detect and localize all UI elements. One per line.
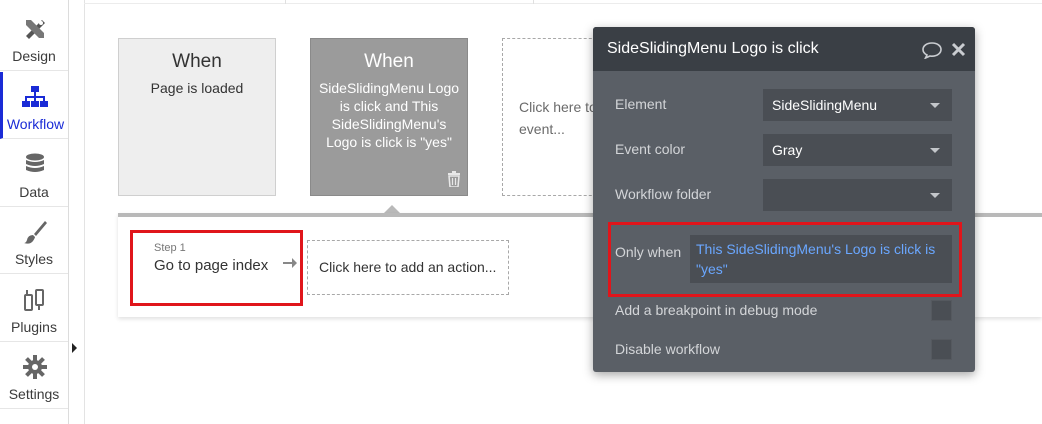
event-color-value: Gray [772,142,803,158]
sidebar-item-label: Design [12,48,56,64]
sidebar-item-plugins[interactable]: Plugins [0,275,68,342]
sidebar-item-label: Workflow [6,116,65,132]
disable-workflow-label: Disable workflow [615,341,721,357]
workflow-folder-dropdown[interactable] [763,179,952,211]
close-icon[interactable] [951,42,966,57]
event-properties-popup: SideSlidingMenu Logo is click Element Si… [593,27,975,372]
database-icon [26,153,44,172]
only-when-condition-input[interactable]: This SideSlidingMenu's Logo is click is … [690,235,952,283]
breakpoint-label: Add a breakpoint in debug mode [615,302,818,318]
design-icon [26,20,45,39]
event-color-dropdown[interactable]: Gray [763,134,952,166]
sidebar-item-settings[interactable]: Settings [0,342,68,409]
event-description: SideSlidingMenu Logo is click and This S… [318,80,460,150]
chevron-down-icon [930,148,940,153]
breakpoint-checkbox[interactable] [931,300,952,321]
sidebar-item-design[interactable]: Design [0,4,68,71]
event-card-page-loaded[interactable]: When Page is loaded [118,38,276,196]
popup-title: SideSlidingMenu Logo is click [607,40,819,57]
arrow-right-icon [283,258,297,268]
event-when-label: When [172,51,222,72]
add-event-text: Click here to add an event... [519,99,601,137]
sidebar-item-label: Styles [14,251,54,267]
popup-header: SideSlidingMenu Logo is click [593,27,975,71]
only-when-label: Only when [615,244,682,260]
step-number: Step 1 [154,242,186,254]
add-action-button[interactable]: Click here to add an action... [307,240,509,295]
sidebar-item-styles[interactable]: Styles [0,207,68,274]
sidebar-item-label: Plugins [11,319,57,335]
event-card-logo-click[interactable]: When SideSlidingMenu Logo is click and T… [310,38,468,196]
event-description: Page is loaded [150,80,244,96]
sidebar: Design Workflow Data Styles Plugins Sett… [0,0,69,424]
workflow-folder-label: Workflow folder [615,186,712,202]
element-dropdown[interactable]: SideSlidingMenu [763,89,952,121]
event-when-label: When [364,51,414,72]
step-1-card[interactable]: Step 1 Go to page index [130,230,303,306]
sidebar-item-workflow[interactable]: Workflow [0,72,68,139]
comment-icon[interactable] [922,42,942,59]
chevron-down-icon [930,103,940,108]
element-label: Element [615,96,667,112]
bubble-workflow-editor: Design Workflow Data Styles Plugins Sett… [0,0,1042,424]
sidebar-item-label: Settings [8,386,60,402]
add-event-button[interactable]: Click here to add an event... [502,38,602,196]
top-bar [84,0,1042,4]
disable-workflow-checkbox[interactable] [931,339,952,360]
divider [84,0,85,424]
trash-icon[interactable] [447,171,461,187]
gear-icon [23,355,47,379]
divider [533,0,534,4]
plug-icon [24,289,44,311]
event-color-label: Event color [615,141,686,157]
step-label: Go to page index [154,257,269,274]
brush-icon [24,221,47,244]
sidebar-collapse-arrow-icon[interactable] [72,343,77,353]
element-value: SideSlidingMenu [772,97,878,113]
workflow-icon [22,86,48,107]
sidebar-item-data[interactable]: Data [0,140,68,207]
divider [285,0,286,4]
chevron-down-icon [930,193,940,198]
sidebar-item-label: Data [19,184,49,200]
